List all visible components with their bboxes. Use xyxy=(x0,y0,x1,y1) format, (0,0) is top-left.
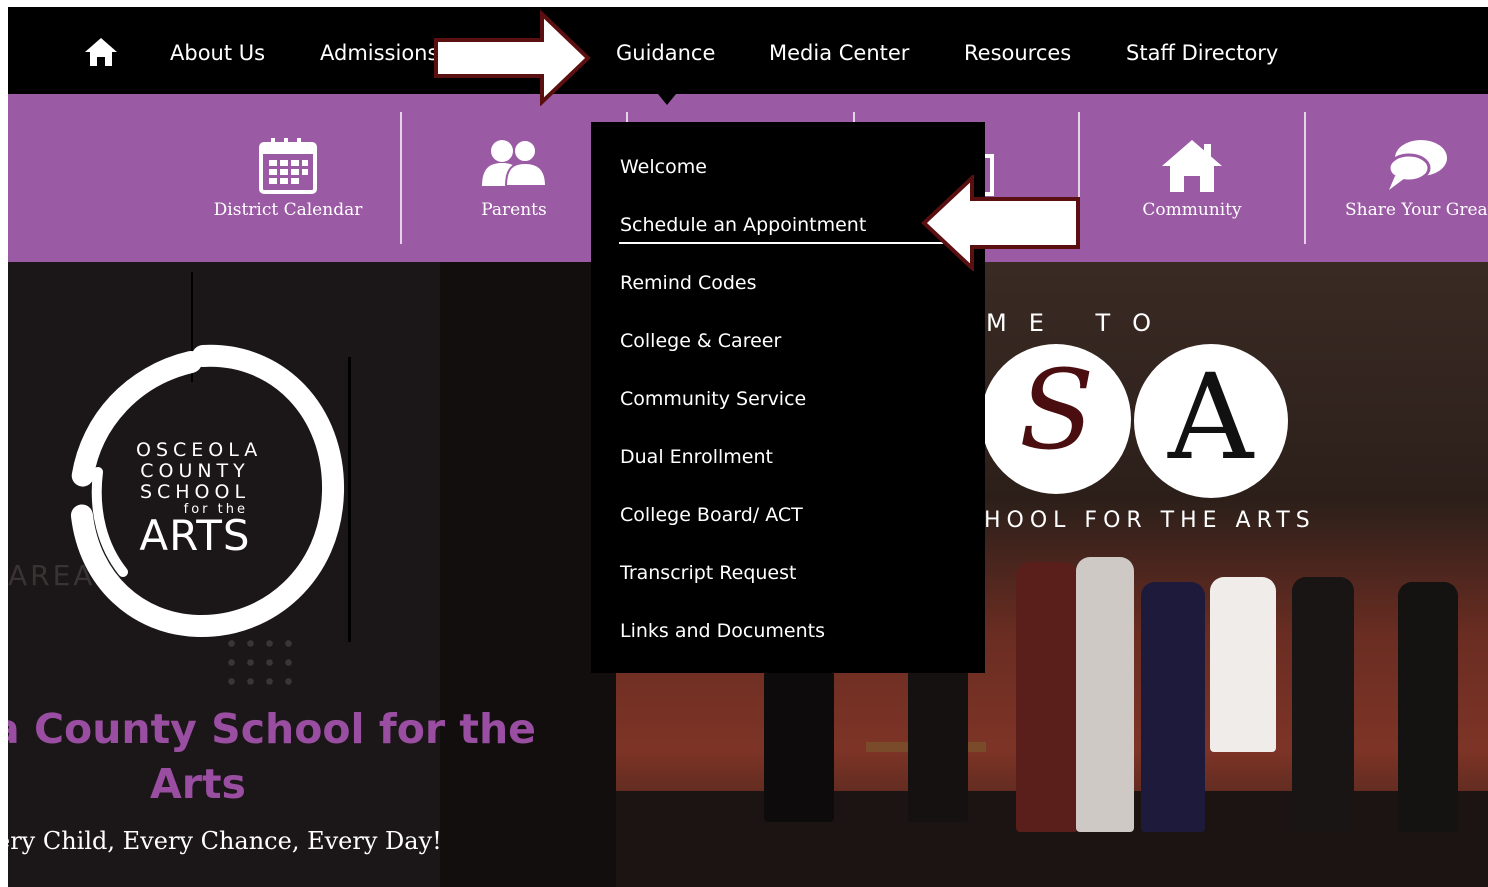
decor-dots xyxy=(222,634,298,694)
hero-title-line1: a County School for the xyxy=(8,705,536,753)
nav-resources[interactable]: Resources xyxy=(964,41,1071,65)
annotation-arrow-left-icon xyxy=(921,175,1080,271)
logo-circle-a: A xyxy=(1134,344,1288,498)
menu-item-welcome[interactable]: Welcome xyxy=(620,156,707,178)
home-icon[interactable] xyxy=(84,37,118,67)
hero-mid-panel xyxy=(440,262,616,887)
menu-item-dual-enrollment[interactable]: Dual Enrollment xyxy=(620,446,773,468)
menu-item-remind-codes[interactable]: Remind Codes xyxy=(620,272,757,294)
menu-item-links-documents[interactable]: Links and Documents xyxy=(620,620,825,642)
nav-admissions[interactable]: Admissions xyxy=(320,41,438,65)
hero-tagline: ery Child, Every Chance, Every Day! xyxy=(8,827,442,855)
active-underline xyxy=(619,242,947,244)
menu-item-transcript-request[interactable]: Transcript Request xyxy=(620,562,796,584)
quicklink-community[interactable]: Community xyxy=(1079,94,1305,262)
parents-icon xyxy=(482,139,548,187)
nav-staff-directory[interactable]: Staff Directory xyxy=(1126,41,1278,65)
logo-circle-s: S xyxy=(981,344,1131,494)
nav-about-us[interactable]: About Us xyxy=(170,41,265,65)
logo-wordmark: OSCEOLA COUNTY SCHOOL for the ARTS xyxy=(136,439,263,560)
browser-viewport: About Us Admissions Guidance Media Cente… xyxy=(8,7,1488,887)
menu-item-college-career[interactable]: College & Career xyxy=(620,330,781,352)
main-navigation: About Us Admissions Guidance Media Cente… xyxy=(8,7,1488,94)
menu-item-schedule-appointment[interactable]: Schedule an Appointment xyxy=(620,214,866,236)
welcome-heading: ME TO xyxy=(986,309,1174,337)
speech-bubble-icon xyxy=(1387,140,1447,190)
dropdown-caret xyxy=(658,94,676,105)
quicklink-district-calendar[interactable]: District Calendar xyxy=(175,94,401,262)
nav-media-center[interactable]: Media Center xyxy=(769,41,909,65)
house-icon xyxy=(1162,140,1222,192)
school-name-heading: HOOL FOR THE ARTS xyxy=(984,508,1316,533)
quicklink-share-your-great[interactable]: Share Your Great xyxy=(1305,94,1488,262)
quicklink-label: Community xyxy=(1142,200,1242,220)
hero-title-line2: Arts xyxy=(150,760,246,808)
quicklink-label: District Calendar xyxy=(213,200,363,220)
quicklink-label: Share Your Great xyxy=(1345,200,1488,220)
menu-item-community-service[interactable]: Community Service xyxy=(620,388,806,410)
calendar-icon xyxy=(259,138,317,194)
annotation-arrow-right-icon xyxy=(434,10,591,106)
menu-item-college-board-act[interactable]: College Board/ ACT xyxy=(620,504,803,526)
nav-guidance[interactable]: Guidance xyxy=(616,41,715,65)
